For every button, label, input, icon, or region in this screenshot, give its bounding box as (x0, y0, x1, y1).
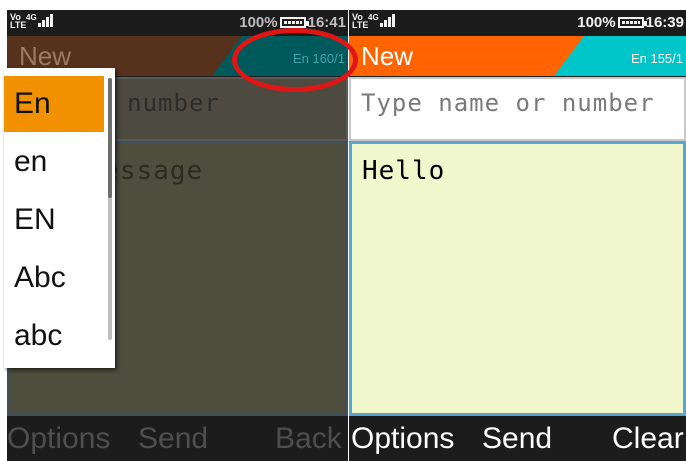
compose-header: New En 155/1 (349, 36, 686, 76)
mode-option-en-title[interactable]: En (4, 76, 104, 132)
mode-option-en-upper[interactable]: EN (4, 192, 104, 248)
annotation-circle (232, 28, 358, 92)
send-softkey[interactable]: Send (482, 416, 552, 461)
clock: 16:39 (645, 14, 684, 31)
battery-icon (617, 17, 647, 28)
mode-option-abc-title[interactable]: Abc (4, 250, 104, 306)
recipient-field[interactable] (349, 77, 686, 141)
menu-scrollbar[interactable] (108, 78, 112, 340)
battery-icon (279, 17, 309, 28)
status-bar: Vo LTE4G 100% 16:39 (349, 10, 686, 36)
recipient-input[interactable] (361, 89, 686, 117)
battery-percent: 100% (577, 14, 616, 31)
softkey-bar: Options Send Back (7, 416, 348, 461)
menu-scroll-thumb[interactable] (108, 78, 112, 198)
send-softkey[interactable]: Send (138, 416, 208, 461)
volte-icon: Vo LTE (352, 12, 369, 30)
char-counter: En 155/1 (630, 51, 683, 66)
softkey-bar: Options Send Clear (349, 416, 686, 461)
volte-icon: Vo LTE (10, 12, 27, 30)
signal-icon: Vo LTE4G (352, 12, 396, 30)
mode-option-abc-lower[interactable]: abc (4, 308, 104, 364)
options-softkey[interactable]: Options (7, 416, 110, 461)
message-text: Hello (362, 156, 446, 186)
clear-softkey[interactable]: Clear (612, 416, 684, 461)
options-softkey[interactable]: Options (351, 416, 454, 461)
back-softkey[interactable]: Back (275, 416, 342, 461)
status-right: 100% 16:39 (577, 14, 684, 32)
mode-option-en-lower[interactable]: en (4, 134, 104, 190)
input-mode-menu[interactable]: En en EN Abc abc (4, 68, 115, 368)
message-area[interactable]: Hello (349, 141, 686, 416)
right-phone-screen: VoLTE4G 100% 16:39 New En 155/1 Hello Opt… (349, 10, 686, 461)
signal-icon: Vo LTE4G (10, 12, 54, 30)
compose-title: New (361, 41, 414, 71)
battery-percent: 100% (239, 14, 278, 31)
